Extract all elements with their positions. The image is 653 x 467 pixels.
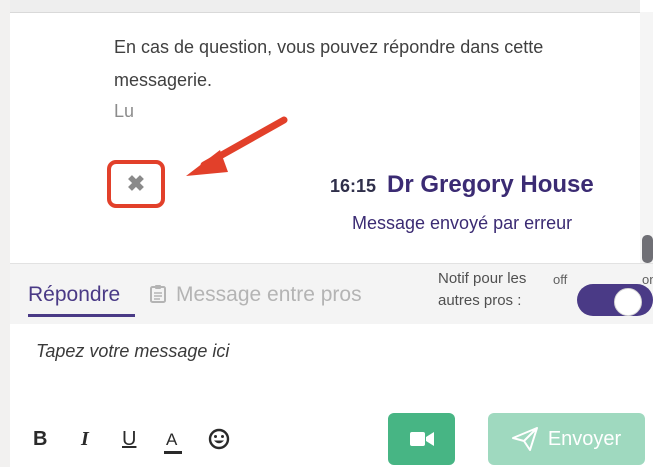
video-call-button[interactable] — [388, 413, 455, 465]
italic-button[interactable]: I — [81, 428, 89, 451]
read-status: Lu — [114, 101, 135, 121]
bold-button[interactable]: B — [33, 428, 47, 451]
underline-button[interactable]: U — [122, 428, 136, 451]
scrollbar-thumb[interactable] — [642, 235, 653, 263]
active-tab-underline — [28, 314, 135, 317]
window-top-edge — [10, 0, 640, 13]
text-color-bar — [164, 451, 182, 454]
notif-label: Notif pour les autres pros : — [438, 270, 527, 309]
clipboard-icon — [150, 285, 166, 303]
scrollbar-track[interactable] — [640, 12, 653, 263]
emoji-icon — [208, 428, 230, 450]
send-button[interactable]: Envoyer — [488, 413, 645, 465]
video-camera-icon — [409, 432, 434, 446]
emoji-button[interactable] — [208, 428, 230, 456]
tab-message-entre-pros[interactable]: Message entre pros — [176, 283, 362, 307]
message-time: 16:15 — [330, 176, 377, 196]
paper-plane-icon — [511, 427, 538, 451]
message-note: Message envoyé par erreur — [352, 213, 573, 233]
send-label: Envoyer — [547, 427, 622, 450]
toggle-off-label: off — [553, 272, 568, 287]
delete-icon: ✖ — [126, 171, 146, 196]
tab-reply[interactable]: Répondre — [28, 283, 120, 307]
red-arrow-annotation — [186, 116, 288, 176]
message-input[interactable] — [36, 336, 596, 366]
delete-message-button[interactable]: ✖ — [107, 160, 165, 208]
message-author: Dr Gregory House — [387, 171, 594, 198]
notif-toggle-knob[interactable] — [614, 288, 642, 316]
text-color-button[interactable]: A — [166, 430, 177, 450]
message-body: En cas de question, vous pouvez répondre… — [114, 37, 544, 90]
window-left-edge — [0, 0, 10, 467]
